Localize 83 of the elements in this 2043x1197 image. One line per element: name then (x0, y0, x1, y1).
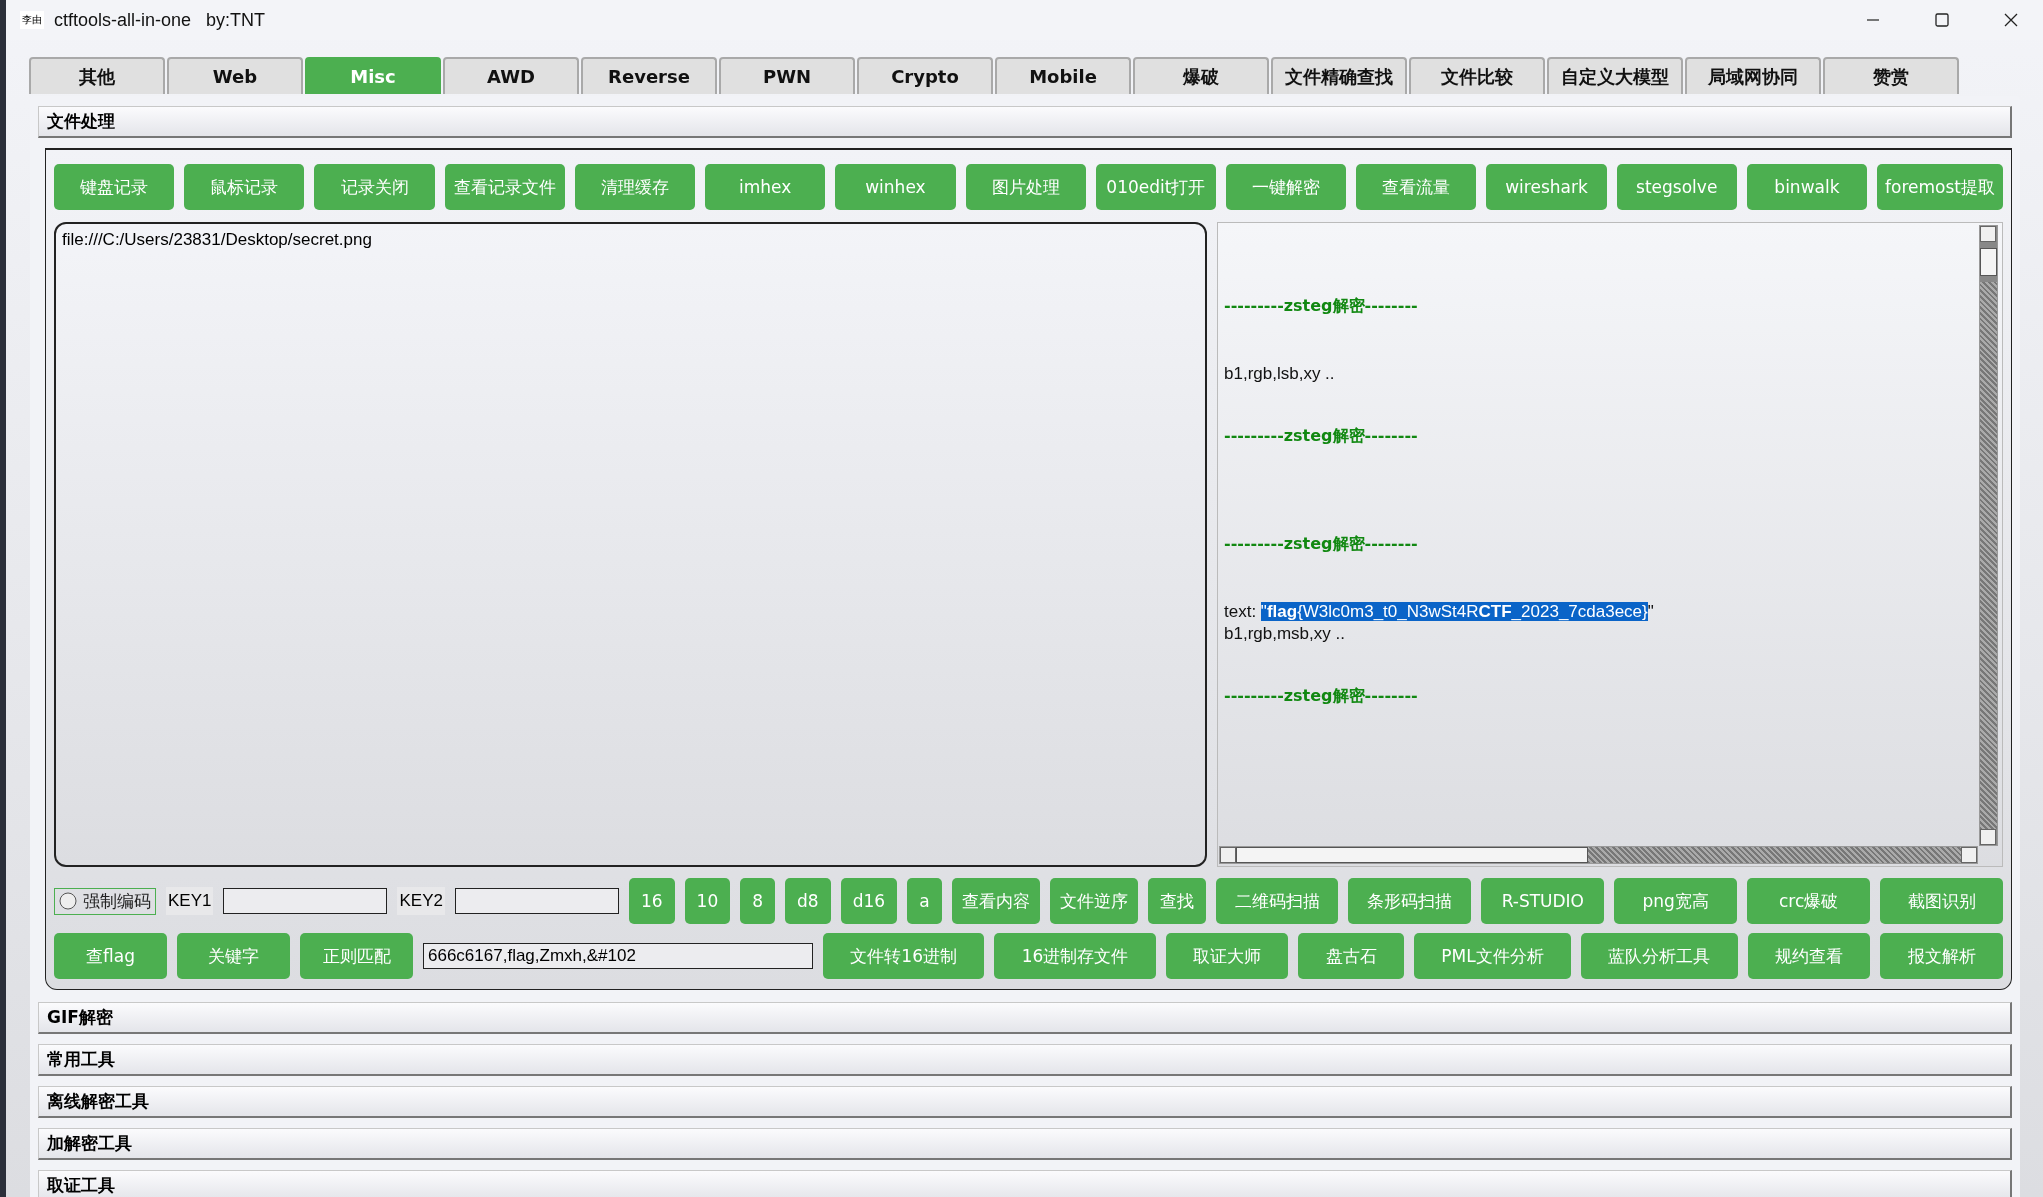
tool-button[interactable]: 规约查看 (1747, 933, 1871, 979)
tool-button[interactable]: 截图识别 (1880, 878, 2003, 924)
tool-button[interactable]: 关键字 (177, 933, 290, 979)
section-header[interactable]: 离线解密工具 (38, 1086, 2012, 1118)
window-title: ctftools-all-in-one by:TNT (54, 9, 266, 31)
section-header[interactable]: 加解密工具 (38, 1128, 2012, 1160)
tab[interactable]: 赞赏 (1823, 57, 1959, 94)
section-header[interactable]: 取证工具 (38, 1170, 2012, 1197)
output-line: b1,rgb,msb,xy .. (1224, 623, 1346, 645)
tool-button[interactable]: 盘古石 (1298, 933, 1404, 979)
tab[interactable]: Crypto (857, 57, 993, 94)
tool-button[interactable]: 鼠标记录 (184, 164, 305, 210)
section-header[interactable]: 文件处理 (38, 106, 2012, 138)
tool-button[interactable]: 查看流量 (1356, 164, 1477, 210)
key-label: KEY2 (397, 887, 445, 915)
tab[interactable]: Web (167, 57, 303, 94)
tool-button[interactable]: a (907, 878, 942, 924)
tool-button[interactable]: 条形码扫描 (1348, 878, 1472, 924)
tool-button[interactable]: PML文件分析 (1413, 933, 1572, 979)
keyword-input[interactable]: 666c6167,flag,Zmxh,&#102 (423, 943, 813, 969)
tab[interactable]: AWD (443, 57, 579, 94)
force-encoding-checkbox[interactable]: 强制编码 (54, 887, 156, 915)
key1-input[interactable] (223, 888, 388, 914)
tool-button[interactable]: R-STUDIO (1481, 878, 1605, 924)
tool-button[interactable]: 查看记录文件 (444, 164, 565, 210)
tab[interactable]: Mobile (995, 57, 1131, 94)
tool-button[interactable]: 二维码扫描 (1215, 878, 1339, 924)
tool-button[interactable]: 记录关闭 (314, 164, 435, 210)
tool-button[interactable]: imhex (705, 164, 826, 210)
maximize-icon[interactable] (1934, 12, 1950, 28)
tool-button[interactable]: foremost提取 (1877, 164, 2003, 210)
tool-button[interactable]: 正则匹配 (300, 933, 413, 979)
tool-button[interactable]: 16 (628, 878, 675, 924)
section-header[interactable]: 常用工具 (38, 1044, 2012, 1076)
key2-input[interactable] (454, 888, 619, 914)
tool-button[interactable]: 图片处理 (965, 164, 1086, 210)
tool-button[interactable]: wireshark (1486, 164, 1607, 210)
key-label: KEY1 (166, 887, 214, 915)
horizontal-scrollbar[interactable] (1219, 846, 1978, 864)
tool-button[interactable]: 文件逆序 (1049, 878, 1138, 924)
tab[interactable]: Reverse (581, 57, 717, 94)
tool-button[interactable]: stegsolve (1616, 164, 1737, 210)
file-path-area[interactable]: file:///C:/Users/23831/Desktop/secret.png (54, 222, 1207, 867)
tool-button[interactable]: 键盘记录 (54, 164, 175, 210)
tab[interactable]: 其他 (29, 57, 165, 94)
tool-button[interactable]: 清理缓存 (574, 164, 696, 210)
section-divider-line: ---------zsteg解密-------- (1224, 295, 1419, 317)
tool-button[interactable]: 文件转16进制 (823, 933, 985, 979)
tool-button[interactable]: 蓝队分析工具 (1581, 933, 1738, 979)
tab[interactable]: PWN (719, 57, 855, 94)
tab[interactable]: 自定义大模型 (1547, 57, 1683, 94)
vertical-scrollbar[interactable] (1979, 225, 1998, 846)
app-icon: 李由 (20, 11, 44, 29)
tab[interactable]: 文件精确查找 (1271, 57, 1407, 94)
close-icon[interactable] (2003, 12, 2019, 28)
tab[interactable]: 文件比较 (1409, 57, 1545, 94)
tool-button[interactable]: 查找 (1147, 878, 1206, 924)
tool-button[interactable]: 一键解密 (1225, 164, 1347, 210)
tool-button[interactable]: 10 (684, 878, 731, 924)
tool-button[interactable]: 16进制存文件 (994, 933, 1156, 979)
section-header[interactable]: GIF解密 (38, 1002, 2012, 1034)
tool-button[interactable]: winhex (835, 164, 956, 210)
tool-button[interactable]: binwalk (1746, 164, 1868, 210)
tool-button[interactable]: 8 (740, 878, 776, 924)
tool-button[interactable]: 报文解析 (1880, 933, 2004, 979)
section-divider-line: ---------zsteg解密-------- (1224, 425, 1419, 447)
output-area[interactable]: ---------zsteg解密-------- b1,rgb,lsb,xy .. ---------zsteg解密-------- ---------zsteg解密-------- text: "flag{W3lc0m3_t0_N3wSt4RCTF_2023_7cda3ece}" b1,rgb,msb,xy .. ---------zsteg解密-------- (1217, 222, 2003, 867)
tab[interactable]: Misc (305, 57, 441, 94)
tool-button[interactable]: 查flag (54, 933, 167, 979)
tab[interactable]: 局域网协同 (1685, 57, 1821, 94)
section-divider-line: ---------zsteg解密-------- (1224, 533, 1419, 555)
tool-button[interactable]: 取证大师 (1165, 933, 1289, 979)
output-line: b1,rgb,lsb,xy .. (1224, 363, 1336, 385)
tool-button[interactable]: 查看内容 (951, 878, 1040, 924)
tool-button[interactable]: d8 (785, 878, 831, 924)
checkbox-icon[interactable] (59, 892, 77, 910)
tab[interactable]: 爆破 (1133, 57, 1269, 94)
tool-button[interactable]: png宽高 (1614, 878, 1738, 924)
tool-button[interactable]: 010edit打开 (1095, 164, 1216, 210)
flag-output-line: text: "flag{W3lc0m3_t0_N3wSt4RCTF_2023_7cda3ece}" (1224, 601, 1655, 623)
section-divider-line: ---------zsteg解密-------- (1224, 685, 1419, 707)
tool-button[interactable]: d16 (840, 878, 898, 924)
tool-button[interactable]: crc爆破 (1747, 878, 1871, 924)
